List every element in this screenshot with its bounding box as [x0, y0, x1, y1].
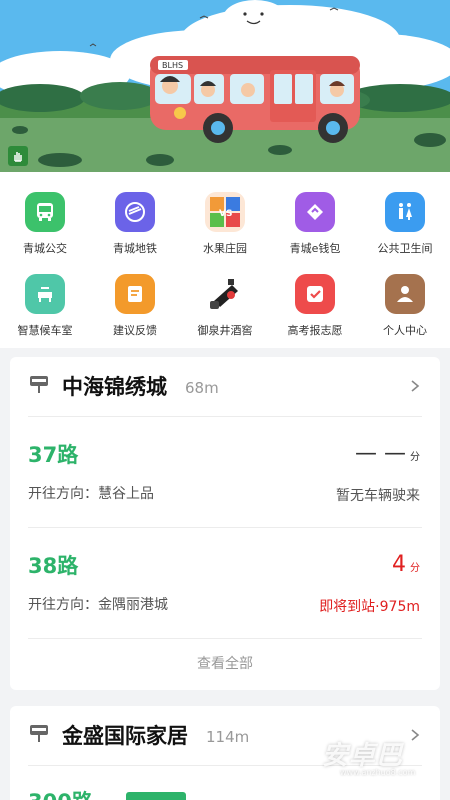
stop-distance: 68m	[185, 379, 219, 397]
route-eta: 4 分	[392, 552, 420, 577]
eta-value: — —	[355, 441, 406, 466]
fruit-garden-icon: VS	[205, 192, 245, 232]
grid-item-fruit-garden[interactable]: VS 水果庄园	[180, 192, 270, 256]
user-icon	[385, 274, 425, 314]
grid-label: 个人中心	[383, 324, 427, 337]
route-status: 即将到站·975m	[319, 599, 420, 615]
metro-icon	[115, 192, 155, 232]
grid-item-wine-cellar[interactable]: 御泉井酒窖	[180, 274, 270, 338]
hand-icon[interactable]	[8, 146, 28, 166]
checklist-icon	[295, 274, 335, 314]
bus-icon	[25, 192, 65, 232]
route-status: 暂无车辆驶来	[336, 488, 420, 504]
grid-label: 智慧候车室	[17, 324, 73, 337]
restroom-icon	[385, 192, 425, 232]
grid-item-metro[interactable]: 青城地铁	[90, 192, 180, 256]
stop-name: 中海锦绣城	[62, 375, 167, 399]
grid-item-bus[interactable]: 青城公交	[0, 192, 90, 256]
chevron-right-icon[interactable]	[408, 728, 422, 742]
grid-label: 建议反馈	[113, 324, 157, 337]
grid-label: 公共卫生间	[377, 242, 433, 255]
grid-item-waiting-room[interactable]: 智慧候车室	[0, 274, 90, 338]
grid-item-restroom[interactable]: 公共卫生间	[360, 192, 450, 256]
grid-label: 青城地铁	[113, 242, 157, 255]
feedback-icon	[115, 274, 155, 314]
route-eta: — — 分	[355, 441, 420, 466]
stop-header[interactable]: 中海锦绣城 68m	[28, 371, 219, 401]
divider	[28, 638, 422, 639]
see-all-button[interactable]: 查看全部	[10, 653, 440, 673]
grid-item-exam-application[interactable]: 高考报志愿	[270, 274, 360, 338]
grid-label: 高考报志愿	[287, 324, 343, 337]
grid-item-profile[interactable]: 个人中心	[360, 274, 450, 338]
stop-distance: 114m	[206, 728, 250, 746]
stop-card: 中海锦绣城 68m 37路 — — 分 开往方向：慧谷上品 暂无车辆驶来 38路…	[10, 357, 440, 690]
banner-illustration: BLHS	[0, 0, 450, 172]
route-tag	[126, 792, 186, 800]
bus-stop-icon	[28, 373, 50, 399]
grid-label: 青城公交	[23, 242, 67, 255]
grid-label: 御泉井酒窖	[197, 324, 253, 337]
watermark-logo: 安卓巴	[322, 741, 404, 771]
route-direction: 开往方向：慧谷上品	[28, 486, 154, 502]
bus-sign-text: BLHS	[162, 61, 183, 70]
route-direction: 开往方向：金隅丽港城	[28, 597, 168, 613]
route-number[interactable]: 37路	[28, 439, 78, 469]
divider	[28, 416, 422, 417]
grid-label: 青城e钱包	[289, 242, 341, 255]
function-grid: 青城公交 青城地铁 VS 水果庄园 青城e钱包 公共卫生间 智慧候车室 建议反馈…	[0, 172, 450, 348]
stop-header[interactable]: 金盛国际家居 114m	[28, 720, 249, 750]
grid-item-feedback[interactable]: 建议反馈	[90, 274, 180, 338]
route-number[interactable]: 38路	[28, 550, 78, 580]
watermark-url: www.anzhuo8.com	[340, 768, 416, 777]
divider	[28, 527, 422, 528]
wine-cellar-icon	[205, 274, 245, 314]
eta-value: 4	[392, 552, 406, 577]
svg-text:VS: VS	[219, 209, 232, 219]
eta-unit: 分	[410, 563, 420, 574]
wallet-icon	[295, 192, 335, 232]
grid-item-wallet[interactable]: 青城e钱包	[270, 192, 360, 256]
bus-stop-icon	[28, 722, 50, 748]
stop-name: 金盛国际家居	[62, 724, 188, 748]
eta-unit: 分	[410, 452, 420, 463]
route-number[interactable]: 300路	[28, 786, 93, 800]
waiting-room-icon	[25, 274, 65, 314]
chevron-right-icon[interactable]	[408, 379, 422, 393]
grid-label: 水果庄园	[203, 242, 247, 255]
